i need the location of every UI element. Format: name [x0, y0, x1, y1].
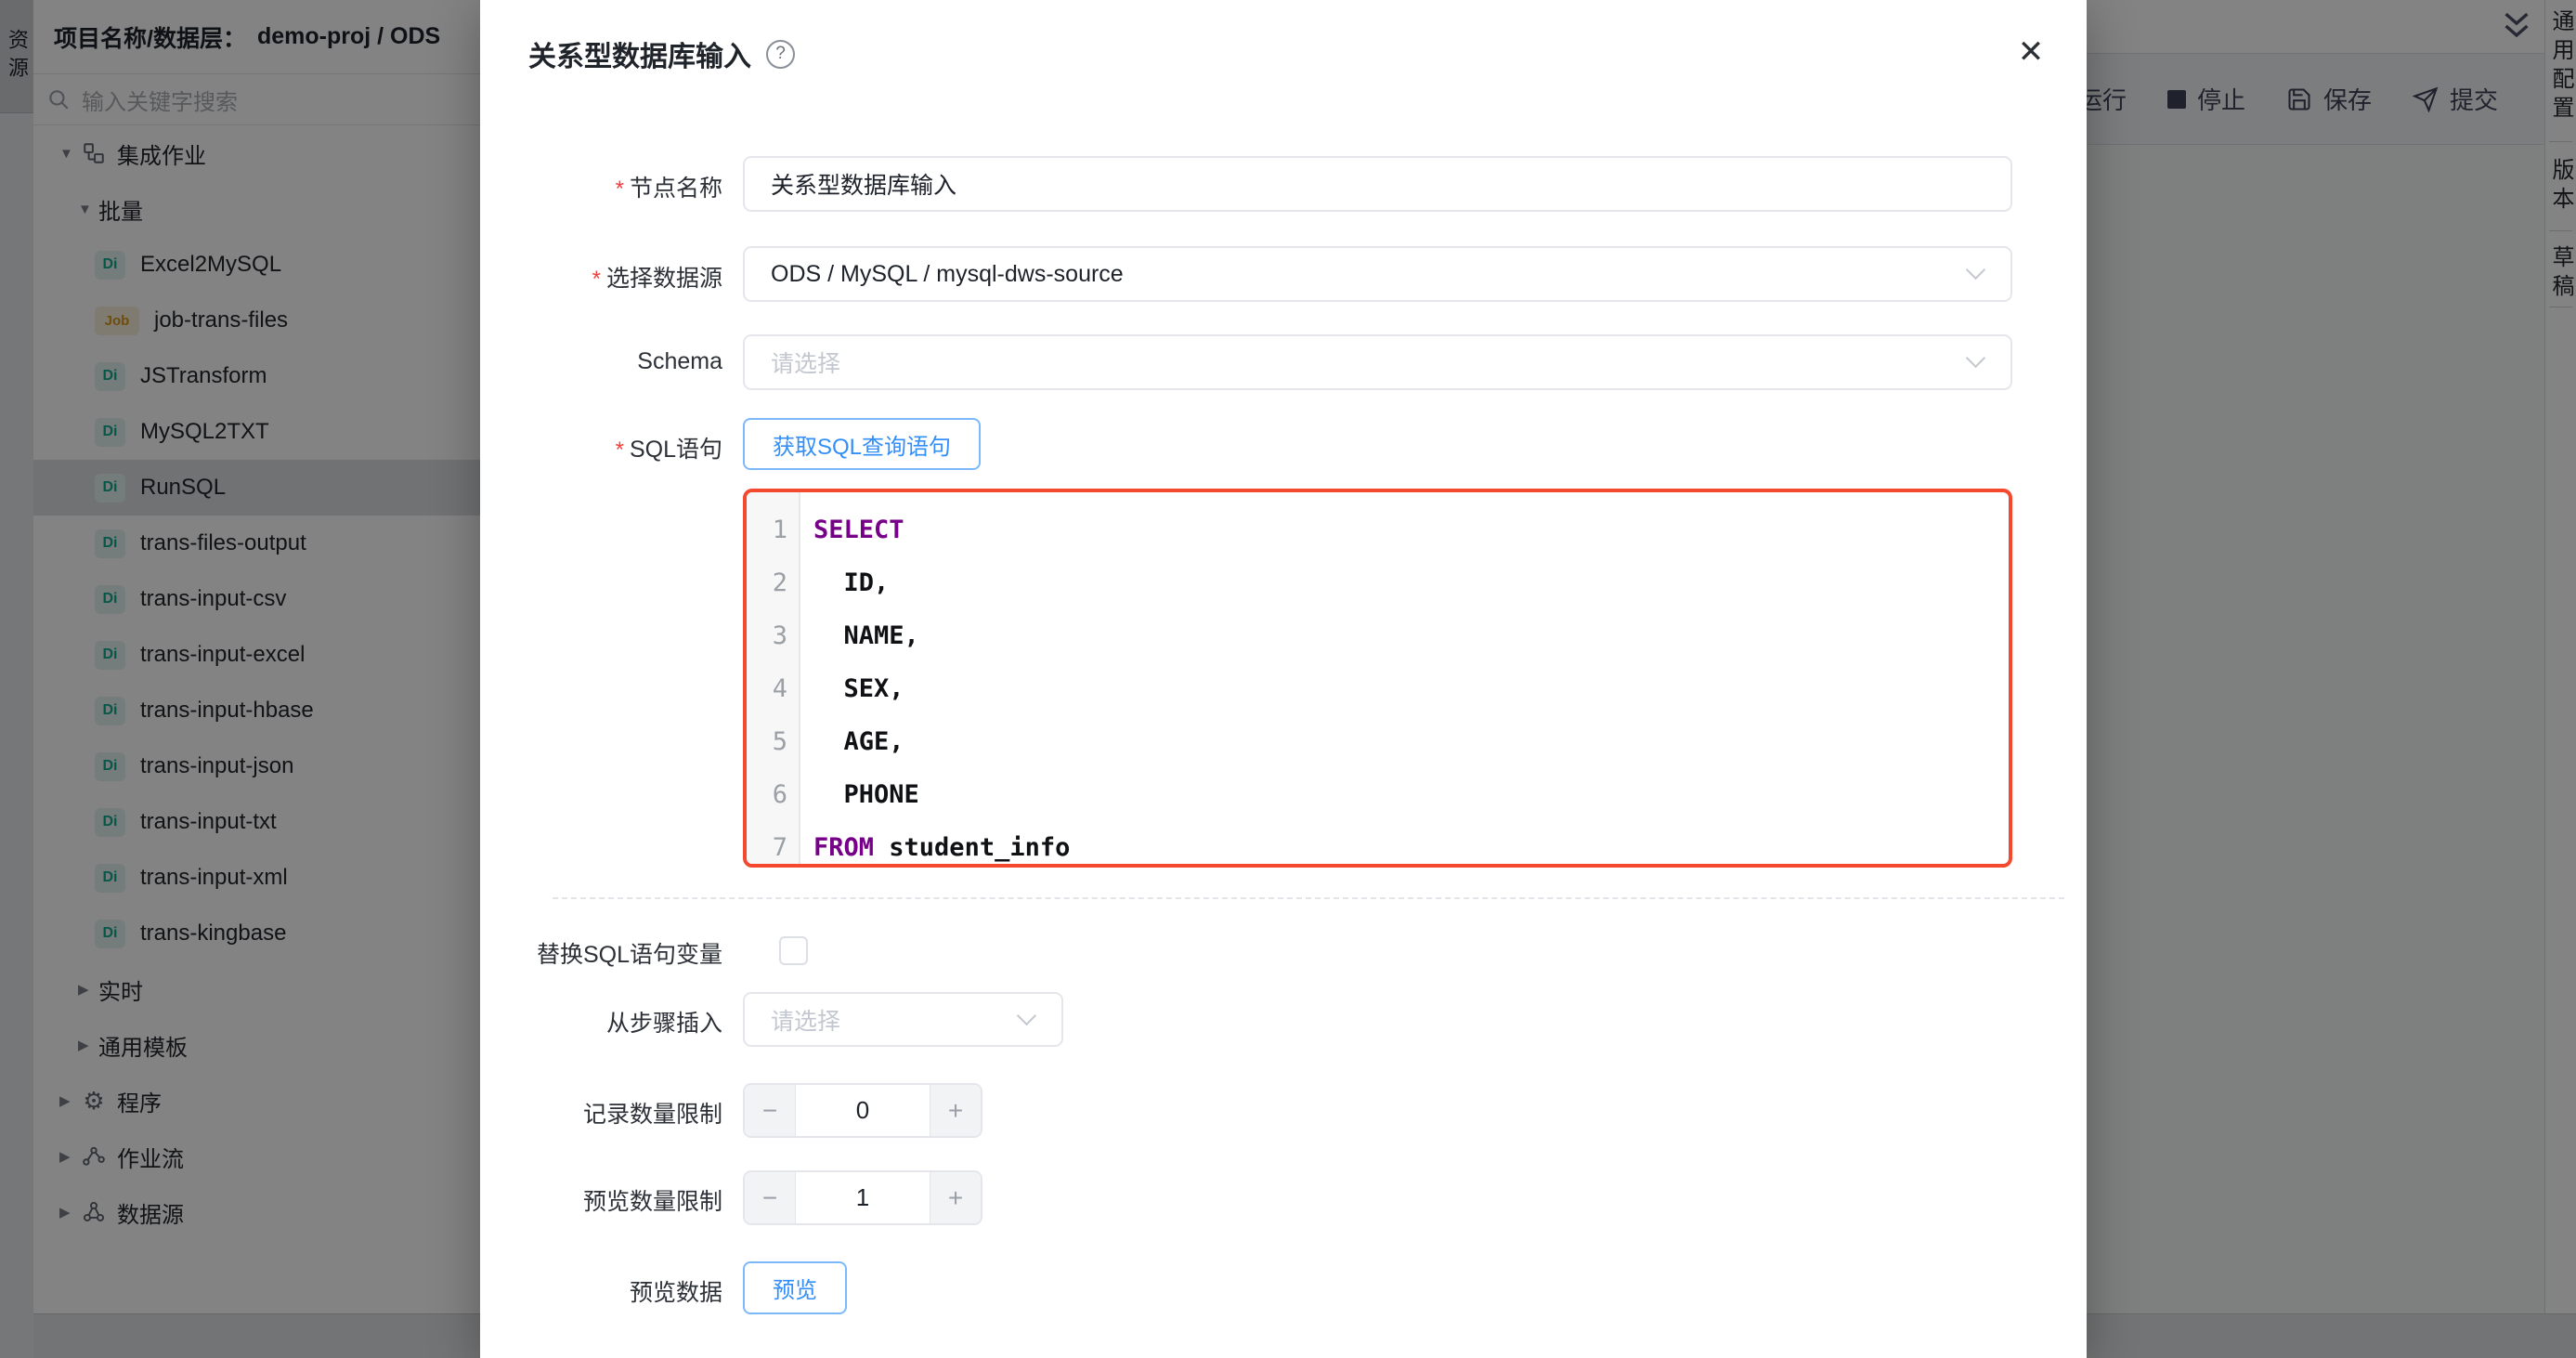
- insert-from-step-select[interactable]: 请选择: [743, 992, 1063, 1047]
- plus-button[interactable]: +: [930, 1172, 981, 1223]
- dialog-title: 关系型数据库输入 ?: [528, 33, 795, 74]
- field-label-sql: *SQL语句: [480, 431, 722, 464]
- app-screen: 资源 项目名称/数据层： demo-proj / ODS 输入关键字搜索 ▼ 集…: [0, 0, 2576, 1358]
- dialog-title-text: 关系型数据库输入: [528, 33, 751, 74]
- line-number: 6: [747, 768, 787, 821]
- help-icon[interactable]: ?: [766, 40, 795, 69]
- field-label-node-name: *节点名称: [480, 170, 722, 203]
- line-number: 4: [747, 662, 787, 715]
- record-limit-stepper: − 0 +: [743, 1083, 982, 1138]
- section-divider: [553, 897, 2064, 899]
- node-name-input[interactable]: 关系型数据库输入: [743, 156, 2012, 212]
- line-number: 3: [747, 609, 787, 662]
- code-line: 4 SEX,: [747, 662, 2009, 715]
- line-number: 1: [747, 503, 787, 556]
- field-label-preview-limit: 预览数量限制: [480, 1183, 722, 1217]
- required-asterisk: *: [616, 437, 624, 463]
- preview-button-label: 预览: [773, 1272, 817, 1304]
- code-line: 1 SELECT: [747, 503, 2009, 556]
- datasource-value: ODS / MySQL / mysql-dws-source: [771, 261, 1124, 288]
- code-line: 7 FROM student_info: [747, 821, 2009, 868]
- code-line: 5 AGE,: [747, 715, 2009, 768]
- close-icon[interactable]: ✕: [2010, 32, 2051, 72]
- chevron-down-icon: [1017, 1005, 1036, 1025]
- plus-button[interactable]: +: [930, 1085, 981, 1136]
- field-label-record-limit: 记录数量限制: [480, 1096, 722, 1129]
- fetch-sql-button-label: 获取SQL查询语句: [773, 428, 951, 461]
- chevron-down-icon: [1966, 348, 1985, 368]
- field-label-schema: Schema: [480, 348, 722, 375]
- code-line: 3 NAME,: [747, 609, 2009, 662]
- line-number: 7: [747, 821, 787, 868]
- node-name-value: 关系型数据库输入: [771, 167, 956, 201]
- record-limit-value[interactable]: 0: [796, 1085, 930, 1136]
- field-label-datasource: *选择数据源: [480, 260, 722, 294]
- datasource-select[interactable]: ODS / MySQL / mysql-dws-source: [743, 246, 2012, 302]
- insert-from-step-placeholder: 请选择: [771, 1003, 840, 1037]
- preview-limit-stepper: − 1 +: [743, 1170, 982, 1225]
- preview-limit-value[interactable]: 1: [796, 1172, 930, 1223]
- minus-button[interactable]: −: [745, 1172, 796, 1223]
- relational-db-input-dialog: 关系型数据库输入 ? ✕ *节点名称 关系型数据库输入 *选择数据源 ODS /…: [480, 0, 2087, 1358]
- required-asterisk: *: [616, 176, 624, 202]
- required-asterisk: *: [592, 267, 601, 292]
- replace-vars-checkbox[interactable]: [779, 936, 808, 965]
- preview-button[interactable]: 预览: [743, 1261, 847, 1314]
- field-label-insert-from-step: 从步骤插入: [480, 1005, 722, 1038]
- field-label-preview-data: 预览数据: [480, 1274, 722, 1308]
- code-line: 2 ID,: [747, 556, 2009, 609]
- field-label-replace-vars: 替换SQL语句变量: [480, 936, 722, 970]
- code-line: 6 PHONE: [747, 768, 2009, 821]
- line-number: 2: [747, 556, 787, 609]
- schema-placeholder: 请选择: [771, 346, 840, 379]
- chevron-down-icon: [1966, 260, 1985, 280]
- minus-button[interactable]: −: [745, 1085, 796, 1136]
- fetch-sql-button[interactable]: 获取SQL查询语句: [743, 418, 981, 470]
- schema-select[interactable]: 请选择: [743, 334, 2012, 390]
- line-number: 5: [747, 715, 787, 768]
- editor-lines: 1 SELECT 2 ID, 3 NAME, 4 SEX, 5: [747, 503, 2009, 868]
- sql-code-editor[interactable]: 1 SELECT 2 ID, 3 NAME, 4 SEX, 5: [743, 489, 2012, 868]
